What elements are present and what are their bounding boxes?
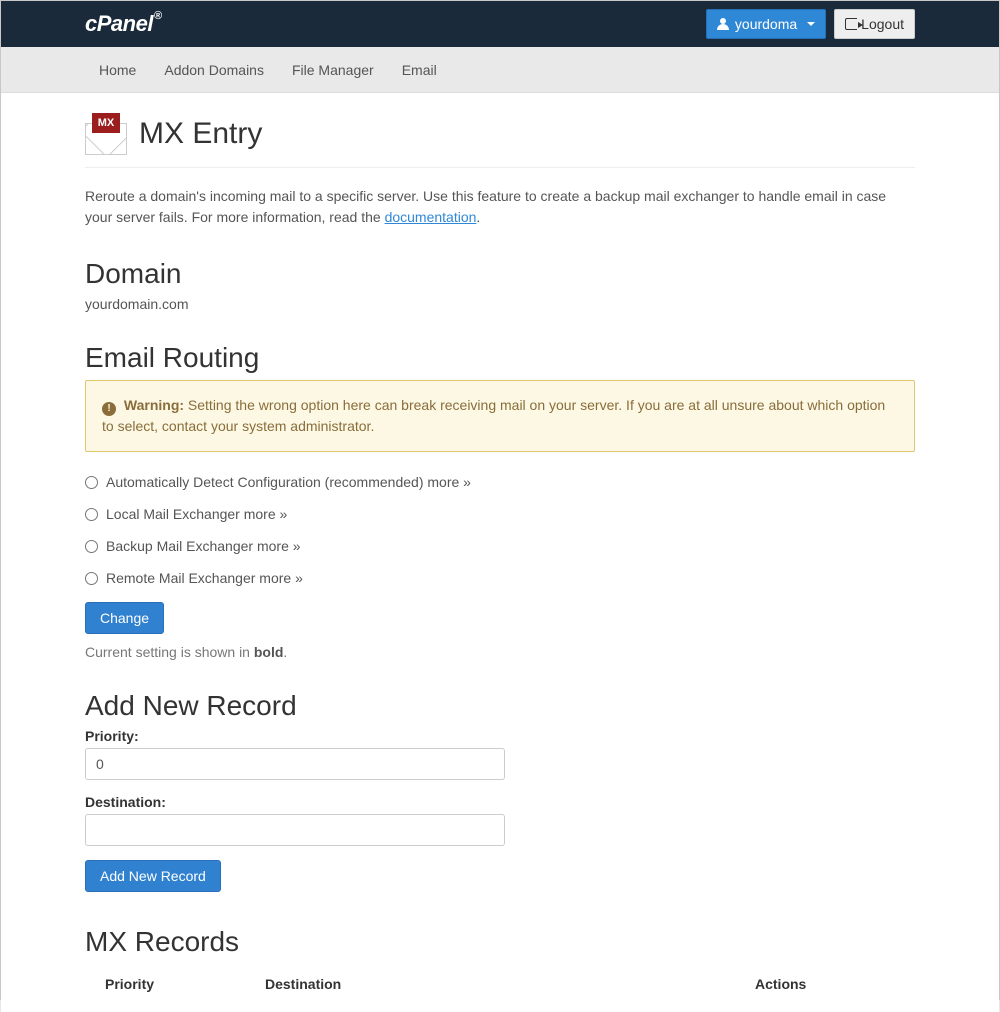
routing-label-remote[interactable]: Remote Mail Exchanger more »	[106, 570, 303, 586]
mx-records-heading: MX Records	[85, 926, 915, 958]
col-destination: Destination	[265, 976, 755, 992]
header-bar: Panel® yourdoma Logout	[1, 1, 999, 47]
user-menu-button[interactable]: yourdoma	[706, 9, 826, 39]
warning-label: Warning:	[124, 397, 184, 413]
user-name: yourdoma	[735, 16, 797, 32]
warning-box: ! Warning: Setting the wrong option here…	[85, 380, 915, 452]
intro-text: Reroute a domain's incoming mail to a sp…	[85, 186, 915, 228]
cpanel-logo[interactable]: Panel®	[85, 11, 161, 37]
add-new-record-button[interactable]: Add New Record	[85, 860, 221, 892]
routing-label-backup[interactable]: Backup Mail Exchanger more »	[106, 538, 301, 554]
routing-radio-auto[interactable]	[85, 476, 98, 489]
logout-icon	[845, 18, 857, 30]
domain-value: yourdomain.com	[85, 296, 915, 312]
col-priority: Priority	[85, 976, 265, 992]
warning-icon: !	[102, 402, 116, 416]
priority-label: Priority:	[85, 728, 915, 744]
nav-file-manager[interactable]: File Manager	[278, 47, 388, 92]
nav-email[interactable]: Email	[388, 47, 451, 92]
add-record-heading: Add New Record	[85, 690, 915, 722]
nav-bar: Home Addon Domains File Manager Email	[1, 47, 999, 93]
routing-label-auto[interactable]: Automatically Detect Configuration (reco…	[106, 474, 471, 490]
col-actions: Actions	[755, 976, 915, 992]
logout-label: Logout	[861, 16, 904, 32]
user-icon	[717, 18, 729, 30]
mx-entry-icon: MX	[85, 113, 127, 155]
documentation-link[interactable]: documentation	[385, 209, 477, 225]
routing-hint: Current setting is shown in bold.	[85, 644, 915, 660]
change-button[interactable]: Change	[85, 602, 164, 634]
routing-radio-local[interactable]	[85, 508, 98, 521]
domain-heading: Domain	[85, 258, 915, 290]
page-title: MX Entry	[139, 117, 262, 151]
priority-input[interactable]	[85, 748, 505, 780]
routing-radio-backup[interactable]	[85, 540, 98, 553]
mx-records-table-header: Priority Destination Actions	[85, 968, 915, 992]
caret-down-icon	[807, 22, 815, 26]
routing-label-local[interactable]: Local Mail Exchanger more »	[106, 506, 287, 522]
destination-label: Destination:	[85, 794, 915, 810]
routing-radio-remote[interactable]	[85, 572, 98, 585]
destination-input[interactable]	[85, 814, 505, 846]
email-routing-heading: Email Routing	[85, 342, 915, 374]
warning-text: Setting the wrong option here can break …	[102, 397, 885, 434]
nav-home[interactable]: Home	[85, 47, 150, 92]
nav-addon-domains[interactable]: Addon Domains	[150, 47, 278, 92]
logout-button[interactable]: Logout	[834, 9, 915, 39]
